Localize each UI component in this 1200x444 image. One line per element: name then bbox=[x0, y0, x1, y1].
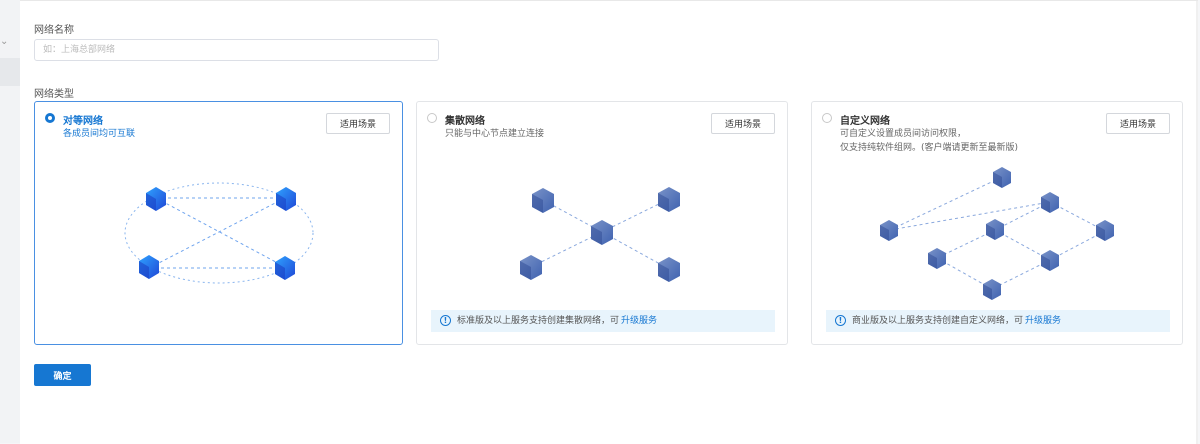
confirm-button[interactable]: 确定 bbox=[34, 364, 91, 386]
upgrade-service-link[interactable]: 升级服务 bbox=[1025, 316, 1061, 326]
side-nav-active-item[interactable] bbox=[0, 58, 20, 86]
network-name-input[interactable] bbox=[34, 39, 439, 61]
network-name-label: 网络名称 bbox=[34, 25, 74, 36]
upgrade-service-link[interactable]: 升级服务 bbox=[621, 316, 657, 326]
node-cube-icon bbox=[1041, 250, 1059, 271]
side-nav-strip: ⌄ bbox=[0, 0, 20, 443]
notice-text: 标准版及以上服务支持创建集散网络，可 bbox=[457, 316, 620, 326]
notice-text: 商业版及以上服务支持创建自定义网络，可 bbox=[852, 316, 1024, 326]
create-network-form: 网络名称 网络类型 对等网络 各成员间均可互联 适用场景 bbox=[20, 0, 1198, 444]
node-cube-icon bbox=[532, 188, 554, 213]
info-icon: ! bbox=[440, 315, 451, 326]
chevron-down-icon[interactable]: ⌄ bbox=[0, 37, 8, 47]
node-cube-icon bbox=[986, 219, 1004, 240]
network-type-card-hub[interactable]: 集散网络 只能与中心节点建立连接 适用场景 ! 标准版及以上服务支持创建集散网络… bbox=[416, 101, 788, 345]
node-cube-icon bbox=[658, 187, 680, 212]
scrollbar-track[interactable] bbox=[1196, 1, 1198, 444]
peer-network-diagram bbox=[124, 182, 314, 284]
hub-cube-icon bbox=[591, 220, 613, 245]
info-icon: ! bbox=[835, 315, 846, 326]
node-cube-icon bbox=[1096, 220, 1114, 241]
node-cube-icon bbox=[275, 256, 295, 280]
node-cube-icon bbox=[146, 187, 166, 211]
network-type-label: 网络类型 bbox=[34, 89, 74, 100]
node-cube-icon bbox=[658, 257, 680, 282]
node-cube-icon bbox=[880, 220, 898, 241]
node-cube-icon bbox=[520, 255, 542, 280]
network-type-card-peer[interactable]: 对等网络 各成员间均可互联 适用场景 bbox=[34, 101, 403, 345]
upgrade-notice: ! 商业版及以上服务支持创建自定义网络，可 升级服务 bbox=[826, 310, 1170, 332]
node-cube-icon bbox=[928, 248, 946, 269]
node-cube-icon bbox=[1041, 192, 1059, 213]
upgrade-notice: ! 标准版及以上服务支持创建集散网络，可 升级服务 bbox=[431, 310, 775, 332]
node-cube-icon bbox=[993, 167, 1011, 188]
node-cube-icon bbox=[276, 187, 296, 211]
network-type-card-custom[interactable]: 自定义网络 可自定义设置成员间访问权限， 仅支持纯软件组网。(客户端请更新至最新… bbox=[811, 101, 1183, 345]
node-cube-icon bbox=[139, 255, 159, 279]
node-cube-icon bbox=[983, 279, 1001, 300]
